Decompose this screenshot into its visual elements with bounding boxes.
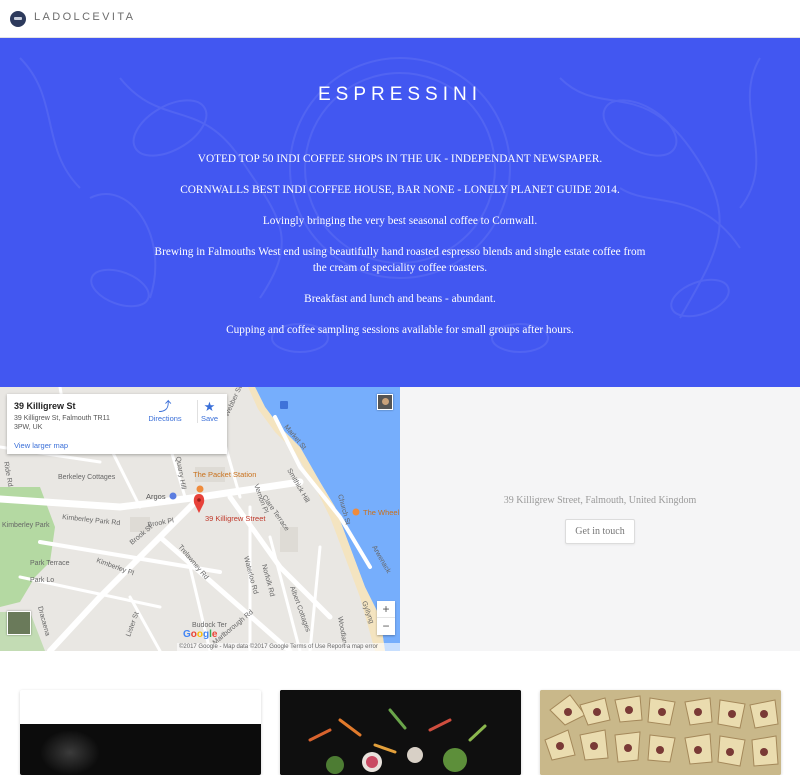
poi-label: Argos <box>146 492 166 501</box>
get-in-touch-button[interactable]: Get in touch <box>565 519 635 544</box>
zoom-out-button[interactable]: − <box>377 618 395 635</box>
satellite-toggle-icon[interactable] <box>7 611 31 635</box>
street-label: Berkeley Cottages <box>58 474 116 481</box>
zoom-in-button[interactable]: + <box>377 601 395 618</box>
place-address: 39 Killigrew St, Falmouth TR11 3PW, UK <box>14 415 110 431</box>
hero-description: VOTED TOP 50 INDI COFFEE SHOPS IN THE UK… <box>150 151 650 353</box>
hero-line: Breakfast and lunch and beans - abundant… <box>304 293 496 305</box>
place-info-card: 39 Killigrew St 39 Killigrew St, Falmout… <box>7 394 227 454</box>
poi-label: The Packet Station <box>193 470 256 479</box>
zoom-control: + − <box>377 601 395 635</box>
view-larger-map-link[interactable]: View larger map <box>14 441 68 450</box>
page-title: ESPRESSINI <box>317 84 483 105</box>
gallery-image-1[interactable] <box>20 690 261 775</box>
hero-line: Brewing in Falmouths West end using beau… <box>154 246 646 274</box>
directions-button[interactable]: ⤴ Directions <box>147 399 183 424</box>
street-label: Kimberley Park <box>2 522 50 529</box>
directions-icon: ⤴ <box>158 399 172 414</box>
photo-shadow <box>40 730 100 775</box>
contact-panel: 39 Killigrew Street, Falmouth, United Ki… <box>400 387 800 651</box>
google-logo: Google <box>183 629 218 640</box>
hero-line: Cupping and coffee sampling sessions ava… <box>226 324 574 336</box>
gallery-image-2[interactable] <box>280 690 521 775</box>
street-label: Park Terrace <box>30 560 70 567</box>
top-nav: LADOLCEVITA <box>0 0 800 38</box>
coffee-badge-icon[interactable] <box>10 11 26 27</box>
hero-line: VOTED TOP 50 INDI COFFEE SHOPS IN THE UK… <box>197 153 603 165</box>
star-icon: ★ <box>203 399 216 414</box>
pastries-photo <box>540 690 781 775</box>
save-label: Save <box>200 414 219 423</box>
directions-label: Directions <box>148 414 182 423</box>
save-button[interactable]: ★ Save <box>197 400 221 423</box>
address-text: 39 Killigrew Street, Falmouth, United Ki… <box>503 495 697 506</box>
salad-photo <box>280 690 521 775</box>
user-avatar-icon[interactable] <box>377 394 393 410</box>
brand-name[interactable]: LADOLCEVITA <box>34 11 135 23</box>
hero-line: Lovingly bringing the very best seasonal… <box>262 215 538 227</box>
hero-line: CORNWALLS BEST INDI COFFEE HOUSE, BAR NO… <box>180 184 620 196</box>
place-title: 39 Killigrew St <box>14 401 76 411</box>
street-label: Park Lo <box>30 577 54 584</box>
gallery-image-3[interactable] <box>540 690 781 775</box>
map-attribution[interactable]: ©2017 Google - Map data ©2017 Google Ter… <box>177 643 400 651</box>
street-label: Budock Ter <box>192 622 228 629</box>
hero-section: ESPRESSINI VOTED TOP 50 INDI COFFEE SHOP… <box>0 38 800 387</box>
marker-label: 39 Killigrew Street <box>205 514 266 523</box>
poi-label: The Wheel <box>363 508 400 517</box>
